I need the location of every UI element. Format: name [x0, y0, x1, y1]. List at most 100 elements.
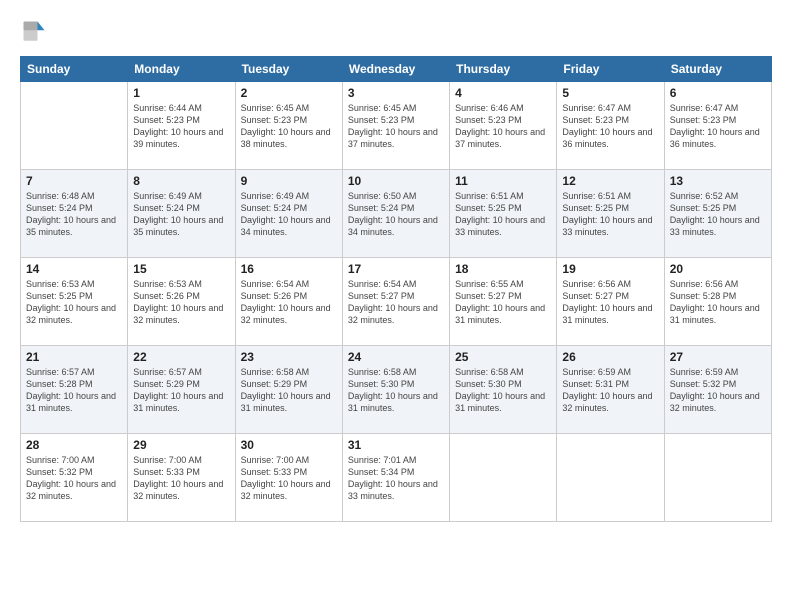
- day-number: 29: [133, 438, 229, 452]
- day-info: Sunrise: 6:51 AM Sunset: 5:25 PM Dayligh…: [562, 190, 658, 239]
- day-number: 6: [670, 86, 766, 100]
- day-number: 11: [455, 174, 551, 188]
- calendar-week-row: 28 Sunrise: 7:00 AM Sunset: 5:32 PM Dayli…: [21, 434, 772, 522]
- calendar-cell: 6Sunrise: 6:47 AM Sunset: 5:23 PM Daylig…: [664, 82, 771, 170]
- day-number: 15: [133, 262, 229, 276]
- day-number: 12: [562, 174, 658, 188]
- calendar-cell: 16 Sunrise: 6:54 AM Sunset: 5:26 PM Dayli…: [235, 258, 342, 346]
- calendar-cell: 22Sunrise: 6:57 AM Sunset: 5:29 PM Dayli…: [128, 346, 235, 434]
- header: [20, 18, 772, 46]
- calendar-cell: 12 Sunrise: 6:51 AM Sunset: 5:25 PM Dayli…: [557, 170, 664, 258]
- day-info: Sunrise: 7:00 AM Sunset: 5:32 PM Dayligh…: [26, 454, 122, 503]
- calendar-week-row: 21 Sunrise: 6:57 AM Sunset: 5:28 PM Dayli…: [21, 346, 772, 434]
- calendar-cell: [21, 82, 128, 170]
- day-info: Sunrise: 6:50 AM Sunset: 5:24 PM Dayligh…: [348, 190, 444, 239]
- day-number: 8: [133, 174, 229, 188]
- day-info: Sunrise: 6:45 AM Sunset: 5:23 PM Dayligh…: [241, 102, 337, 151]
- day-number: 28: [26, 438, 122, 452]
- calendar-cell: 25 Sunrise: 6:58 AM Sunset: 5:30 PM Dayli…: [450, 346, 557, 434]
- calendar-cell: 23Sunrise: 6:58 AM Sunset: 5:29 PM Dayli…: [235, 346, 342, 434]
- day-info: Sunrise: 6:58 AM Sunset: 5:30 PM Dayligh…: [348, 366, 444, 415]
- calendar-cell: 18 Sunrise: 6:55 AM Sunset: 5:27 PM Dayli…: [450, 258, 557, 346]
- day-number: 2: [241, 86, 337, 100]
- calendar-cell: 13 Sunrise: 6:52 AM Sunset: 5:25 PM Dayli…: [664, 170, 771, 258]
- calendar-cell: 26 Sunrise: 6:59 AM Sunset: 5:31 PM Dayli…: [557, 346, 664, 434]
- day-number: 18: [455, 262, 551, 276]
- calendar-cell: 4Sunrise: 6:46 AM Sunset: 5:23 PM Daylig…: [450, 82, 557, 170]
- day-info: Sunrise: 6:49 AM Sunset: 5:24 PM Dayligh…: [241, 190, 337, 239]
- logo-icon: [20, 18, 48, 46]
- calendar-cell: 30 Sunrise: 7:00 AM Sunset: 5:33 PM Dayli…: [235, 434, 342, 522]
- day-info: Sunrise: 6:45 AM Sunset: 5:23 PM Dayligh…: [348, 102, 444, 151]
- calendar-weekday: Sunday: [21, 57, 128, 82]
- day-number: 14: [26, 262, 122, 276]
- day-number: 21: [26, 350, 122, 364]
- calendar-cell: [450, 434, 557, 522]
- day-info: Sunrise: 6:49 AM Sunset: 5:24 PM Dayligh…: [133, 190, 229, 239]
- calendar-cell: 5 Sunrise: 6:47 AM Sunset: 5:23 PM Daylig…: [557, 82, 664, 170]
- calendar-weekday: Friday: [557, 57, 664, 82]
- day-info: Sunrise: 6:59 AM Sunset: 5:31 PM Dayligh…: [562, 366, 658, 415]
- calendar-week-row: 7Sunrise: 6:48 AM Sunset: 5:24 PM Daylig…: [21, 170, 772, 258]
- day-info: Sunrise: 6:53 AM Sunset: 5:26 PM Dayligh…: [133, 278, 229, 327]
- page: SundayMondayTuesdayWednesdayThursdayFrid…: [0, 0, 792, 612]
- day-info: Sunrise: 6:46 AM Sunset: 5:23 PM Dayligh…: [455, 102, 551, 151]
- calendar-cell: 27 Sunrise: 6:59 AM Sunset: 5:32 PM Dayli…: [664, 346, 771, 434]
- day-info: Sunrise: 6:57 AM Sunset: 5:29 PM Dayligh…: [133, 366, 229, 415]
- day-number: 26: [562, 350, 658, 364]
- day-number: 27: [670, 350, 766, 364]
- calendar-cell: 29 Sunrise: 7:00 AM Sunset: 5:33 PM Dayli…: [128, 434, 235, 522]
- calendar-cell: [664, 434, 771, 522]
- calendar-week-row: 14 Sunrise: 6:53 AM Sunset: 5:25 PM Dayli…: [21, 258, 772, 346]
- calendar-cell: 1 Sunrise: 6:44 AM Sunset: 5:23 PM Daylig…: [128, 82, 235, 170]
- calendar-weekday: Saturday: [664, 57, 771, 82]
- day-info: Sunrise: 6:54 AM Sunset: 5:26 PM Dayligh…: [241, 278, 337, 327]
- calendar-cell: 8 Sunrise: 6:49 AM Sunset: 5:24 PM Daylig…: [128, 170, 235, 258]
- calendar-cell: 9 Sunrise: 6:49 AM Sunset: 5:24 PM Daylig…: [235, 170, 342, 258]
- calendar-cell: [557, 434, 664, 522]
- calendar-cell: 21 Sunrise: 6:57 AM Sunset: 5:28 PM Dayli…: [21, 346, 128, 434]
- calendar-cell: 19 Sunrise: 6:56 AM Sunset: 5:27 PM Dayli…: [557, 258, 664, 346]
- day-info: Sunrise: 6:52 AM Sunset: 5:25 PM Dayligh…: [670, 190, 766, 239]
- calendar-weekday: Wednesday: [342, 57, 449, 82]
- calendar-cell: 7Sunrise: 6:48 AM Sunset: 5:24 PM Daylig…: [21, 170, 128, 258]
- day-number: 19: [562, 262, 658, 276]
- calendar-cell: 10Sunrise: 6:50 AM Sunset: 5:24 PM Dayli…: [342, 170, 449, 258]
- day-info: Sunrise: 7:00 AM Sunset: 5:33 PM Dayligh…: [241, 454, 337, 503]
- logo: [20, 18, 52, 46]
- calendar-cell: 2 Sunrise: 6:45 AM Sunset: 5:23 PM Daylig…: [235, 82, 342, 170]
- day-number: 30: [241, 438, 337, 452]
- day-number: 13: [670, 174, 766, 188]
- day-number: 25: [455, 350, 551, 364]
- day-info: Sunrise: 6:56 AM Sunset: 5:27 PM Dayligh…: [562, 278, 658, 327]
- day-info: Sunrise: 6:57 AM Sunset: 5:28 PM Dayligh…: [26, 366, 122, 415]
- calendar-cell: 15 Sunrise: 6:53 AM Sunset: 5:26 PM Dayli…: [128, 258, 235, 346]
- calendar-cell: 17 Sunrise: 6:54 AM Sunset: 5:27 PM Dayli…: [342, 258, 449, 346]
- calendar-week-row: 1 Sunrise: 6:44 AM Sunset: 5:23 PM Daylig…: [21, 82, 772, 170]
- day-number: 24: [348, 350, 444, 364]
- day-info: Sunrise: 6:55 AM Sunset: 5:27 PM Dayligh…: [455, 278, 551, 327]
- day-number: 5: [562, 86, 658, 100]
- day-info: Sunrise: 6:44 AM Sunset: 5:23 PM Dayligh…: [133, 102, 229, 151]
- day-info: Sunrise: 6:56 AM Sunset: 5:28 PM Dayligh…: [670, 278, 766, 327]
- day-number: 16: [241, 262, 337, 276]
- calendar-cell: 28 Sunrise: 7:00 AM Sunset: 5:32 PM Dayli…: [21, 434, 128, 522]
- day-number: 20: [670, 262, 766, 276]
- day-number: 17: [348, 262, 444, 276]
- calendar-cell: 11Sunrise: 6:51 AM Sunset: 5:25 PM Dayli…: [450, 170, 557, 258]
- day-number: 1: [133, 86, 229, 100]
- calendar-cell: 14 Sunrise: 6:53 AM Sunset: 5:25 PM Dayli…: [21, 258, 128, 346]
- day-info: Sunrise: 6:53 AM Sunset: 5:25 PM Dayligh…: [26, 278, 122, 327]
- day-info: Sunrise: 7:01 AM Sunset: 5:34 PM Dayligh…: [348, 454, 444, 503]
- day-info: Sunrise: 6:54 AM Sunset: 5:27 PM Dayligh…: [348, 278, 444, 327]
- day-number: 31: [348, 438, 444, 452]
- day-number: 23: [241, 350, 337, 364]
- day-info: Sunrise: 7:00 AM Sunset: 5:33 PM Dayligh…: [133, 454, 229, 503]
- day-info: Sunrise: 6:47 AM Sunset: 5:23 PM Dayligh…: [562, 102, 658, 151]
- day-info: Sunrise: 6:58 AM Sunset: 5:30 PM Dayligh…: [455, 366, 551, 415]
- day-number: 3: [348, 86, 444, 100]
- day-info: Sunrise: 6:59 AM Sunset: 5:32 PM Dayligh…: [670, 366, 766, 415]
- day-info: Sunrise: 6:48 AM Sunset: 5:24 PM Dayligh…: [26, 190, 122, 239]
- calendar: SundayMondayTuesdayWednesdayThursdayFrid…: [20, 56, 772, 522]
- day-number: 9: [241, 174, 337, 188]
